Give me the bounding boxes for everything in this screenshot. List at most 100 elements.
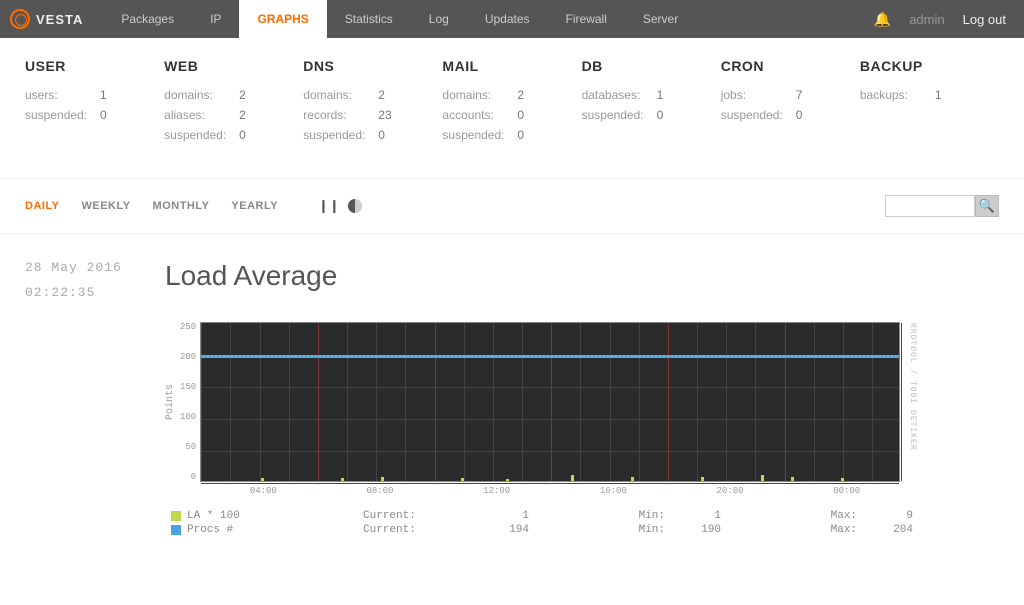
x-tick: 04:00 bbox=[205, 486, 322, 496]
content: 28 May 2016 02:22:35 Load Average Points… bbox=[0, 234, 1024, 564]
search-button[interactable]: 🔍 bbox=[975, 195, 999, 217]
legend-max-label: Max: bbox=[727, 510, 857, 522]
stat-title: WEB bbox=[164, 58, 303, 74]
stat-value: 2 bbox=[378, 88, 385, 102]
stat-title: USER bbox=[25, 58, 164, 74]
theme-toggle-icon[interactable] bbox=[348, 199, 362, 213]
stat-line: jobs:7 bbox=[721, 88, 860, 102]
legend-max-label: Max: bbox=[727, 524, 857, 536]
stat-line: domains:2 bbox=[442, 88, 581, 102]
stat-label: aliases: bbox=[164, 108, 239, 122]
period-daily[interactable]: DAILY bbox=[25, 200, 60, 212]
stat-label: accounts: bbox=[442, 108, 517, 122]
stat-value: 0 bbox=[796, 108, 803, 122]
user-link[interactable]: admin bbox=[909, 12, 944, 27]
stat-line: backups:1 bbox=[860, 88, 999, 102]
stat-block[interactable]: BACKUP backups:1 bbox=[860, 58, 999, 148]
logo-icon bbox=[10, 9, 30, 29]
chart: Points 250200150100500 RRDTOOL / TOBI OE… bbox=[165, 322, 999, 482]
stat-block[interactable]: WEBdomains:2aliases:2suspended:0 bbox=[164, 58, 303, 148]
stat-label: suspended: bbox=[303, 128, 378, 142]
stat-line: aliases:2 bbox=[164, 108, 303, 122]
legend: LA * 100Current:1Min:1Max:9Procs #Curren… bbox=[171, 510, 999, 536]
stat-value: 2 bbox=[239, 108, 246, 122]
logo[interactable]: VESTA bbox=[10, 9, 83, 29]
chart-column: Load Average Points 250200150100500 RRDT… bbox=[165, 260, 999, 538]
stat-line: domains:2 bbox=[164, 88, 303, 102]
search-icon: 🔍 bbox=[979, 198, 995, 214]
nav-packages[interactable]: Packages bbox=[103, 0, 192, 38]
legend-max-value: 9 bbox=[863, 510, 913, 522]
pause-icon[interactable]: ❙❙ bbox=[318, 198, 340, 214]
y-tick: 200 bbox=[180, 352, 196, 362]
x-tick: 08:00 bbox=[322, 486, 439, 496]
stat-line: suspended:0 bbox=[442, 128, 581, 142]
stat-label: records: bbox=[303, 108, 378, 122]
stat-title: DNS bbox=[303, 58, 442, 74]
stat-value: 1 bbox=[100, 88, 107, 102]
legend-current-label: Current: bbox=[363, 524, 473, 536]
x-tick: 20:00 bbox=[672, 486, 789, 496]
legend-current-label: Current: bbox=[363, 510, 473, 522]
stat-value: 0 bbox=[100, 108, 107, 122]
y-tick: 250 bbox=[180, 322, 196, 332]
nav-updates[interactable]: Updates bbox=[467, 0, 548, 38]
chart-title: Load Average bbox=[165, 260, 999, 292]
logout-link[interactable]: Log out bbox=[963, 12, 1006, 27]
timestamp: 28 May 2016 02:22:35 bbox=[25, 260, 165, 538]
stat-title: DB bbox=[582, 58, 721, 74]
y-tick: 150 bbox=[180, 382, 196, 392]
series-la bbox=[201, 473, 899, 481]
bell-icon[interactable]: 🔔 bbox=[874, 11, 891, 28]
legend-min-value: 1 bbox=[671, 510, 721, 522]
stat-block[interactable]: USERusers:1suspended:0 bbox=[25, 58, 164, 148]
stat-value: 7 bbox=[796, 88, 803, 102]
stat-label: suspended: bbox=[442, 128, 517, 142]
nav-statistics[interactable]: Statistics bbox=[327, 0, 411, 38]
legend-name: Procs # bbox=[187, 524, 357, 536]
stat-title: BACKUP bbox=[860, 58, 999, 74]
y-ticks: 250200150100500 bbox=[180, 322, 200, 482]
stat-block[interactable]: DBdatabases:1suspended:0 bbox=[582, 58, 721, 148]
x-tick: 00:00 bbox=[788, 486, 905, 496]
legend-row: Procs #Current:194Min:190Max:204 bbox=[171, 524, 999, 536]
x-tick: 16:00 bbox=[555, 486, 672, 496]
stat-block[interactable]: DNSdomains:2records:23suspended:0 bbox=[303, 58, 442, 148]
nav-log[interactable]: Log bbox=[411, 0, 467, 38]
y-tick: 50 bbox=[180, 442, 196, 452]
period-monthly[interactable]: MONTHLY bbox=[153, 200, 210, 212]
stat-value: 2 bbox=[239, 88, 246, 102]
stat-label: suspended: bbox=[164, 128, 239, 142]
stat-block[interactable]: MAILdomains:2accounts:0suspended:0 bbox=[442, 58, 581, 148]
nav-items: Packages IP GRAPHS Statistics Log Update… bbox=[103, 0, 696, 38]
stat-line: suspended:0 bbox=[303, 128, 442, 142]
stat-line: users:1 bbox=[25, 88, 164, 102]
x-tick: 12:00 bbox=[438, 486, 555, 496]
legend-current-value: 1 bbox=[479, 510, 529, 522]
stat-title: CRON bbox=[721, 58, 860, 74]
top-nav: VESTA Packages IP GRAPHS Statistics Log … bbox=[0, 0, 1024, 38]
nav-ip[interactable]: IP bbox=[192, 0, 239, 38]
series-procs bbox=[201, 356, 899, 358]
nav-server[interactable]: Server bbox=[625, 0, 696, 38]
stat-label: domains: bbox=[164, 88, 239, 102]
y-tick: 100 bbox=[180, 412, 196, 422]
stat-value: 1 bbox=[657, 88, 664, 102]
legend-name: LA * 100 bbox=[187, 510, 357, 522]
stat-label: users: bbox=[25, 88, 100, 102]
stat-value: 0 bbox=[239, 128, 246, 142]
period-weekly[interactable]: WEEKLY bbox=[82, 200, 131, 212]
stat-label: jobs: bbox=[721, 88, 796, 102]
plot-area: RRDTOOL / TOBI OETIKER bbox=[200, 322, 900, 482]
stat-label: suspended: bbox=[582, 108, 657, 122]
period-yearly[interactable]: YEARLY bbox=[231, 200, 278, 212]
nav-firewall[interactable]: Firewall bbox=[548, 0, 625, 38]
stat-block[interactable]: CRONjobs:7suspended:0 bbox=[721, 58, 860, 148]
legend-swatch bbox=[171, 511, 181, 521]
nav-graphs[interactable]: GRAPHS bbox=[239, 0, 326, 38]
stat-label: domains: bbox=[442, 88, 517, 102]
stat-line: accounts:0 bbox=[442, 108, 581, 122]
logo-text: VESTA bbox=[36, 12, 83, 27]
stat-label: suspended: bbox=[721, 108, 796, 122]
search-input[interactable] bbox=[885, 195, 975, 217]
